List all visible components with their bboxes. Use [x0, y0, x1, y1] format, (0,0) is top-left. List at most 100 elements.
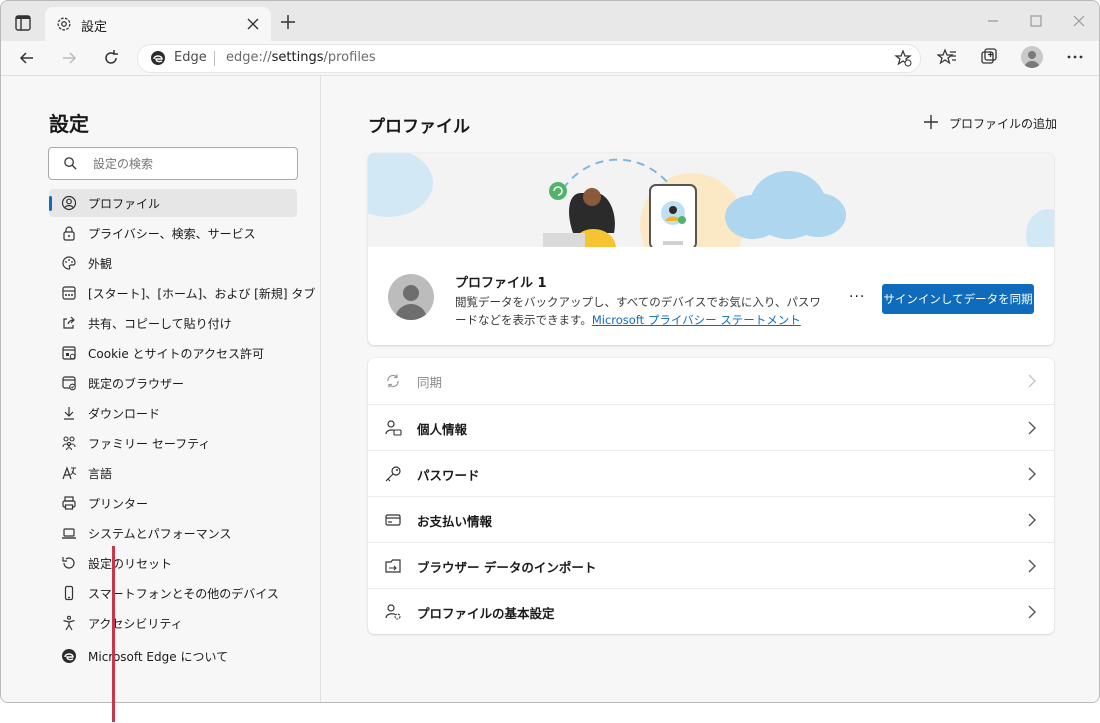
lock-icon	[63, 226, 75, 241]
profile-icon	[61, 195, 77, 211]
language-icon	[62, 466, 77, 480]
sidebar-item-label: 共有、コピーして貼り付け	[88, 317, 232, 331]
share-icon	[63, 316, 75, 329]
search-icon	[64, 157, 77, 170]
settings-sidebar: 設定 設定の検索 プロファイル プライバシー、検索、サービス 外観 [スタート]…	[1, 76, 321, 702]
privacy-statement-link[interactable]: Microsoft プライバシー ステートメント	[592, 313, 801, 327]
sidebar-item-downloads[interactable]: ダウンロード	[49, 399, 297, 427]
sidebar-item-label: プライバシー、検索、サービス	[88, 227, 256, 241]
sidebar-item-label: システムとパフォーマンス	[88, 527, 232, 541]
back-icon[interactable]	[17, 48, 37, 68]
settings-main: プロファイル プロファイルの追加 プロファイル 1 閲覧データをバックアップし、…	[321, 76, 1099, 702]
chevron-right-icon	[1028, 513, 1036, 527]
maximize-icon[interactable]	[1026, 11, 1046, 31]
sidebar-item-label: 外観	[88, 257, 113, 271]
add-favorite-icon[interactable]	[894, 49, 912, 67]
chevron-right-icon	[1028, 467, 1036, 481]
more-menu-icon[interactable]	[1065, 47, 1085, 67]
row-label: プロファイルの基本設定	[417, 606, 555, 621]
sidebar-item-label: [スタート]、[ホーム]、および [新規] タブ	[88, 287, 316, 301]
sidebar-item-label: Microsoft Edge について	[88, 650, 229, 664]
sidebar-title: 設定	[49, 112, 89, 136]
sidebar-item-about-edge[interactable]: Microsoft Edge について	[49, 642, 297, 670]
sidebar-item-printers[interactable]: プリンター	[49, 489, 297, 517]
tab-bar: 設定	[1, 1, 1099, 41]
address-separator	[214, 51, 215, 66]
sidebar-item-label: 既定のブラウザー	[88, 377, 185, 391]
gear-icon	[57, 17, 71, 31]
sidebar-item-label: 設定のリセット	[88, 557, 173, 571]
row-passwords[interactable]: パスワード	[368, 450, 1054, 497]
personal-info-icon	[385, 420, 402, 436]
accessibility-icon	[63, 615, 75, 631]
sidebar-item-default-browser[interactable]: 既定のブラウザー	[49, 369, 297, 397]
collections-icon[interactable]	[979, 47, 999, 67]
profile-settings-list: 同期 個人情報 パスワード お支払い情報 ブラウザー データのインポート プロフ…	[368, 358, 1054, 634]
person-icon	[395, 285, 427, 320]
profile-more-button[interactable]: ···	[849, 289, 865, 305]
laptop-icon	[62, 528, 76, 539]
profile-avatar	[388, 274, 434, 320]
sidebar-item-reset[interactable]: 設定のリセット	[49, 549, 297, 577]
profile-settings-icon	[385, 604, 401, 620]
sidebar-item-cookies[interactable]: Cookie とサイトのアクセス許可	[49, 339, 297, 367]
profile-banner-illustration	[368, 153, 1054, 277]
sidebar-item-label: スマートフォンとその他のデバイス	[88, 587, 279, 601]
annotation-line	[112, 546, 115, 722]
row-personal-info[interactable]: 個人情報	[368, 404, 1054, 451]
default-browser-icon	[62, 376, 76, 391]
phone-icon	[64, 585, 74, 601]
sidebar-item-languages[interactable]: 言語	[49, 459, 297, 487]
sync-icon	[387, 374, 399, 388]
settings-search-input[interactable]: 設定の検索	[48, 147, 298, 180]
toolbar: Edge edge://settings/profiles	[1, 41, 1099, 76]
chevron-right-icon	[1028, 605, 1036, 619]
chevron-right-icon	[1028, 559, 1036, 573]
sidebar-item-label: プリンター	[88, 497, 149, 511]
chevron-right-icon	[1028, 374, 1036, 388]
sidebar-item-accessibility[interactable]: アクセシビリティ	[49, 609, 297, 637]
reset-icon	[62, 557, 75, 569]
sidebar-item-label: ファミリー セーフティ	[88, 437, 211, 451]
new-tab-icon[interactable]	[279, 13, 297, 31]
tab-settings[interactable]: 設定	[45, 7, 271, 41]
row-label: パスワード	[417, 468, 480, 483]
sidebar-item-privacy[interactable]: プライバシー、検索、サービス	[49, 219, 297, 247]
sidebar-item-system[interactable]: システムとパフォーマンス	[49, 519, 297, 547]
search-placeholder: 設定の検索	[93, 157, 154, 171]
forward-icon[interactable]	[59, 48, 79, 68]
address-brand: Edge	[174, 50, 207, 65]
key-icon	[385, 466, 401, 482]
address-bar[interactable]: Edge edge://settings/profiles	[137, 44, 921, 73]
browser-window: 設定 Edge edge://settings/profiles 設定 設定の検…	[0, 0, 1100, 703]
sidebar-item-share[interactable]: 共有、コピーして貼り付け	[49, 309, 297, 337]
tab-actions-icon[interactable]	[11, 11, 35, 35]
sidebar-item-label: アクセシビリティ	[88, 617, 183, 631]
sidebar-item-profile[interactable]: プロファイル	[49, 189, 297, 217]
row-label: 同期	[417, 375, 443, 390]
add-profile-label: プロファイルの追加	[949, 117, 1058, 131]
minimize-icon[interactable]	[983, 11, 1003, 31]
close-icon[interactable]	[245, 16, 261, 32]
sidebar-item-family-safety[interactable]: ファミリー セーフティ	[49, 429, 297, 457]
refresh-icon[interactable]	[101, 48, 121, 68]
home-tab-icon	[62, 286, 76, 300]
favorites-icon[interactable]	[937, 47, 957, 67]
edge-logo-icon	[62, 649, 76, 663]
row-import-data[interactable]: ブラウザー データのインポート	[368, 542, 1054, 589]
tab-title: 設定	[81, 20, 108, 35]
sidebar-item-start-home-newtab[interactable]: [スタート]、[ホーム]、および [新規] タブ	[49, 279, 315, 307]
page-title: プロファイル	[368, 117, 470, 137]
address-url: edge://settings/profiles	[226, 50, 376, 65]
row-payment-info[interactable]: お支払い情報	[368, 496, 1054, 543]
avatar-icon	[1024, 51, 1040, 68]
sidebar-item-phone-devices[interactable]: スマートフォンとその他のデバイス	[49, 579, 297, 607]
sign-in-sync-button[interactable]: サインインしてデータを同期	[882, 284, 1034, 314]
banner-illustration-icon	[368, 153, 1054, 277]
palette-icon	[62, 256, 76, 270]
sidebar-item-appearance[interactable]: 外観	[49, 249, 297, 277]
window-close-icon[interactable]	[1069, 11, 1089, 31]
row-sync[interactable]: 同期	[368, 358, 1054, 404]
profile-avatar-button[interactable]	[1021, 46, 1043, 68]
row-profile-preferences[interactable]: プロファイルの基本設定	[368, 588, 1054, 634]
